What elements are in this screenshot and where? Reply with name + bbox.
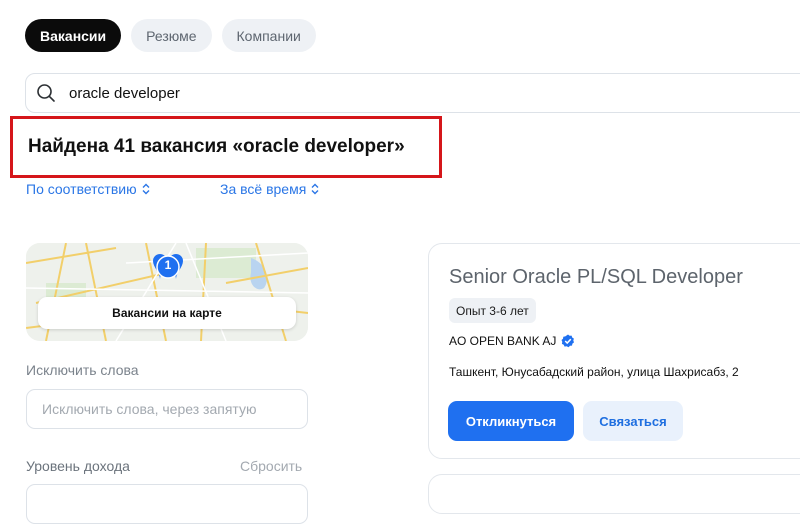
period-chevrons-icon — [311, 183, 319, 195]
tab-resumes[interactable]: Резюме — [131, 19, 212, 52]
income-reset-link[interactable]: Сбросить — [240, 458, 302, 474]
vacancy-map[interactable]: 1 Вакансии на карте — [26, 243, 308, 341]
map-vacancies-button[interactable]: Вакансии на карте — [38, 297, 296, 329]
tab-vacancies[interactable]: Вакансии — [25, 19, 122, 52]
next-vacancy-card[interactable] — [428, 474, 800, 514]
vacancy-card[interactable]: Senior Oracle PL/SQL Developer Опыт 3-6 … — [428, 243, 800, 459]
vacancy-title[interactable]: Senior Oracle PL/SQL Developer — [449, 266, 743, 289]
exclude-words-input[interactable] — [40, 400, 294, 418]
exclude-words-field[interactable] — [26, 389, 308, 429]
verified-check-icon — [561, 334, 575, 348]
income-level-label: Уровень дохода — [26, 458, 130, 474]
search-icon — [37, 84, 55, 102]
experience-badge: Опыт 3-6 лет — [449, 298, 536, 323]
sort-relevance-label: По соответствию — [26, 181, 137, 197]
income-field[interactable] — [26, 484, 308, 524]
tab-companies[interactable]: Компании — [221, 19, 316, 52]
result-count-highlight: Найдена 41 вакансия «oracle developer» — [10, 116, 442, 178]
search-bar[interactable] — [25, 73, 800, 113]
sort-relevance-dropdown[interactable]: По соответствию — [26, 181, 151, 197]
result-count-title: Найдена 41 вакансия «oracle developer» — [28, 136, 405, 157]
sort-chevrons-icon — [142, 183, 150, 195]
vacancy-address: Ташкент, Юнусабадский район, улица Шахри… — [449, 365, 739, 379]
sort-period-label: За всё время — [220, 181, 307, 197]
search-type-tabs: Вакансии Резюме Компании — [25, 19, 316, 52]
contact-button[interactable]: Связаться — [583, 401, 683, 441]
exclude-words-label: Исключить слова — [26, 362, 139, 378]
company-name-text: AO OPEN BANK AJ — [449, 334, 557, 348]
apply-button[interactable]: Откликнуться — [448, 401, 574, 441]
sort-period-dropdown[interactable]: За всё время — [220, 181, 320, 197]
company-name[interactable]: AO OPEN BANK AJ — [449, 334, 575, 348]
search-input[interactable] — [67, 83, 571, 103]
map-marker-count: 1 — [164, 258, 172, 272]
